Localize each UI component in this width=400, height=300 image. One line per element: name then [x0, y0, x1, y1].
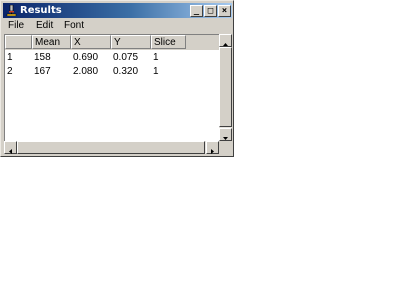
scroll-right-button[interactable] [206, 141, 219, 154]
window-title: Results [20, 5, 62, 16]
column-header-mean[interactable]: Mean [32, 35, 71, 49]
table-cell: 1 [153, 66, 159, 77]
table-cell: 0.320 [113, 66, 139, 77]
menu-font[interactable]: Font [64, 19, 84, 33]
menu-edit[interactable]: Edit [36, 19, 53, 33]
table-cell: 0.690 [73, 52, 99, 63]
table-cell: 2.080 [73, 66, 99, 77]
table-row[interactable]: 1 158 0.690 0.075 1 [5, 52, 219, 64]
scroll-left-button[interactable] [4, 141, 17, 154]
column-header-y[interactable]: Y [111, 35, 151, 49]
close-button[interactable]: × [218, 5, 231, 17]
arrow-left-icon [9, 149, 12, 154]
menu-bar: File Edit Font [3, 19, 232, 34]
arrow-right-icon [211, 149, 214, 154]
column-header-index[interactable] [5, 35, 32, 49]
table-row[interactable]: 2 167 2.080 0.320 1 [5, 66, 219, 78]
title-bar[interactable]: Results _ □ × [3, 3, 232, 18]
column-header-x[interactable]: X [71, 35, 111, 49]
minimize-button[interactable]: _ [190, 5, 203, 17]
vertical-scroll-thumb[interactable] [219, 47, 232, 127]
table-cell: 0.075 [113, 52, 139, 63]
table-cell: 1 [153, 52, 159, 63]
table-header: Mean X Y Slice [5, 35, 219, 50]
table-cell: 1 [7, 52, 13, 63]
menu-file[interactable]: File [8, 19, 24, 33]
column-header-slice[interactable]: Slice [151, 35, 186, 49]
table-cell: 167 [34, 66, 51, 77]
scrollbar-corner [219, 141, 232, 154]
results-window: Results _ □ × File Edit Font Mean X Y Sl… [0, 0, 234, 157]
vertical-scrollbar[interactable] [219, 34, 232, 141]
maximize-button[interactable]: □ [204, 5, 217, 17]
microscope-icon [6, 5, 17, 16]
horizontal-scrollbar[interactable] [4, 141, 219, 154]
scroll-up-button[interactable] [219, 34, 232, 47]
table-cell: 158 [34, 52, 51, 63]
scroll-down-button[interactable] [219, 128, 232, 141]
table-cell: 2 [7, 66, 13, 77]
horizontal-scroll-thumb[interactable] [17, 141, 205, 154]
results-table: Mean X Y Slice 1 158 0.690 0.075 1 2 167… [4, 34, 219, 141]
